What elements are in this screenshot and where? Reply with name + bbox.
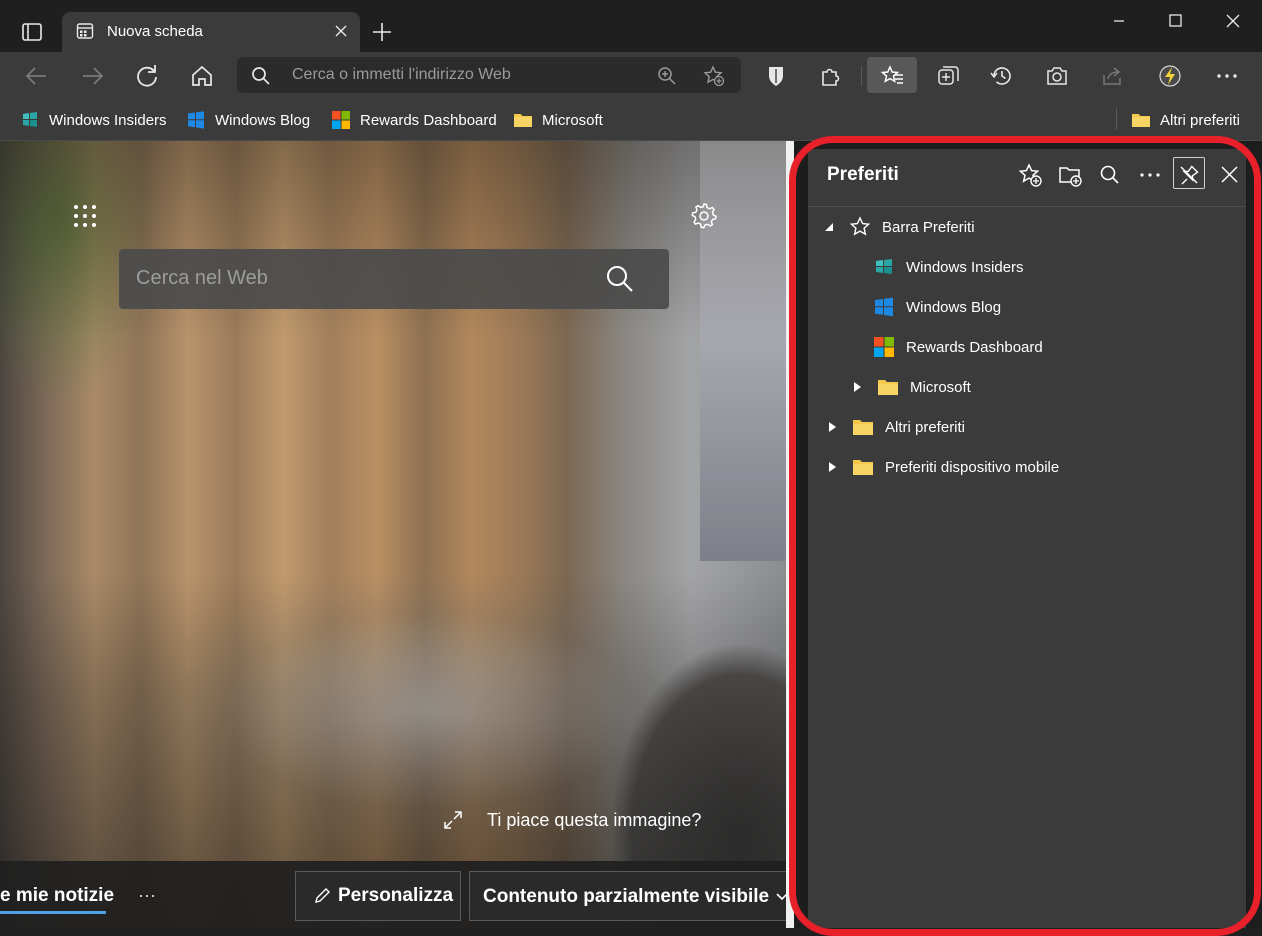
search-icon — [252, 67, 270, 85]
tab-actions-icon[interactable] — [14, 16, 50, 48]
pencil-icon — [315, 888, 330, 903]
address-placeholder: Cerca o immetti l'indirizzo Web — [292, 66, 511, 83]
expand-icon — [444, 811, 462, 829]
window-close-icon[interactable] — [1210, 8, 1256, 36]
tab-title: Nuova scheda — [107, 23, 203, 40]
toolbar-divider — [861, 66, 862, 86]
shield-icon[interactable] — [760, 62, 792, 90]
web-search-placeholder: Cerca nel Web — [136, 267, 268, 289]
favorites-bar-item[interactable]: Windows Insiders — [20, 109, 167, 131]
new-tab-page: Cerca nel Web Ti piace questa immagine? … — [0, 141, 786, 928]
new-tab-icon[interactable] — [368, 18, 396, 46]
folder-icon — [1132, 114, 1150, 127]
favorites-bar: Windows Insiders Windows Blog Rewards Da… — [0, 100, 1262, 141]
address-bar[interactable]: Cerca o immetti l'indirizzo Web — [237, 57, 741, 93]
web-search-box[interactable]: Cerca nel Web — [119, 249, 669, 309]
more-options-icon[interactable] — [1211, 62, 1243, 90]
maximize-icon[interactable] — [1152, 8, 1198, 36]
windows-insider-icon — [23, 112, 37, 127]
my-news-tab[interactable]: e mie notizie — [0, 885, 114, 907]
add-favorite-icon[interactable] — [703, 65, 725, 87]
news-bar: e mie notizie ··· Personalizza Contenuto… — [0, 861, 786, 928]
favorites-bar-item[interactable]: Rewards Dashboard — [331, 109, 497, 131]
customize-button[interactable]: Personalizza — [295, 871, 461, 921]
collections-icon[interactable] — [931, 62, 963, 90]
content-visibility-dropdown[interactable]: Contenuto parzialmente visibile — [469, 871, 786, 921]
home-icon[interactable] — [186, 62, 218, 90]
search-icon[interactable] — [605, 264, 635, 294]
chevron-down-icon — [776, 893, 786, 901]
forward-icon[interactable] — [76, 62, 108, 90]
red-highlight-outline — [789, 136, 1261, 936]
favorites-bar-divider — [1116, 108, 1117, 130]
back-icon[interactable] — [21, 62, 53, 90]
folder-icon — [514, 114, 532, 127]
toolbar: Cerca o immetti l'indirizzo Web — [0, 52, 1262, 100]
app-launcher-icon[interactable] — [72, 203, 98, 229]
windows-logo-icon — [188, 111, 204, 129]
settings-gear-icon[interactable] — [690, 201, 718, 229]
refresh-icon[interactable] — [131, 62, 163, 90]
title-bar: Nuova scheda — [0, 0, 1262, 52]
tab-close-icon[interactable] — [332, 22, 350, 40]
tab-new-tab[interactable]: Nuova scheda — [62, 12, 360, 52]
minimize-icon[interactable] — [1096, 8, 1142, 36]
extensions-icon[interactable] — [815, 62, 847, 90]
news-more-button[interactable]: ··· — [138, 885, 156, 906]
extension-lightning-icon[interactable] — [1154, 62, 1186, 90]
favorites-icon[interactable] — [876, 62, 908, 90]
other-favorites[interactable]: Altri preferiti — [1131, 109, 1240, 131]
like-image-link[interactable]: Ti piace questa immagine? — [442, 807, 701, 833]
history-icon[interactable] — [986, 62, 1018, 90]
favorites-bar-item[interactable]: Microsoft — [513, 109, 603, 131]
web-capture-icon[interactable] — [1041, 62, 1073, 90]
active-tab-underline — [0, 911, 106, 914]
new-tab-page-icon — [76, 23, 94, 39]
microsoft-logo-icon — [332, 111, 350, 129]
share-icon[interactable] — [1096, 62, 1128, 90]
favorites-bar-item[interactable]: Windows Blog — [186, 109, 310, 131]
zoom-icon[interactable] — [657, 66, 677, 86]
